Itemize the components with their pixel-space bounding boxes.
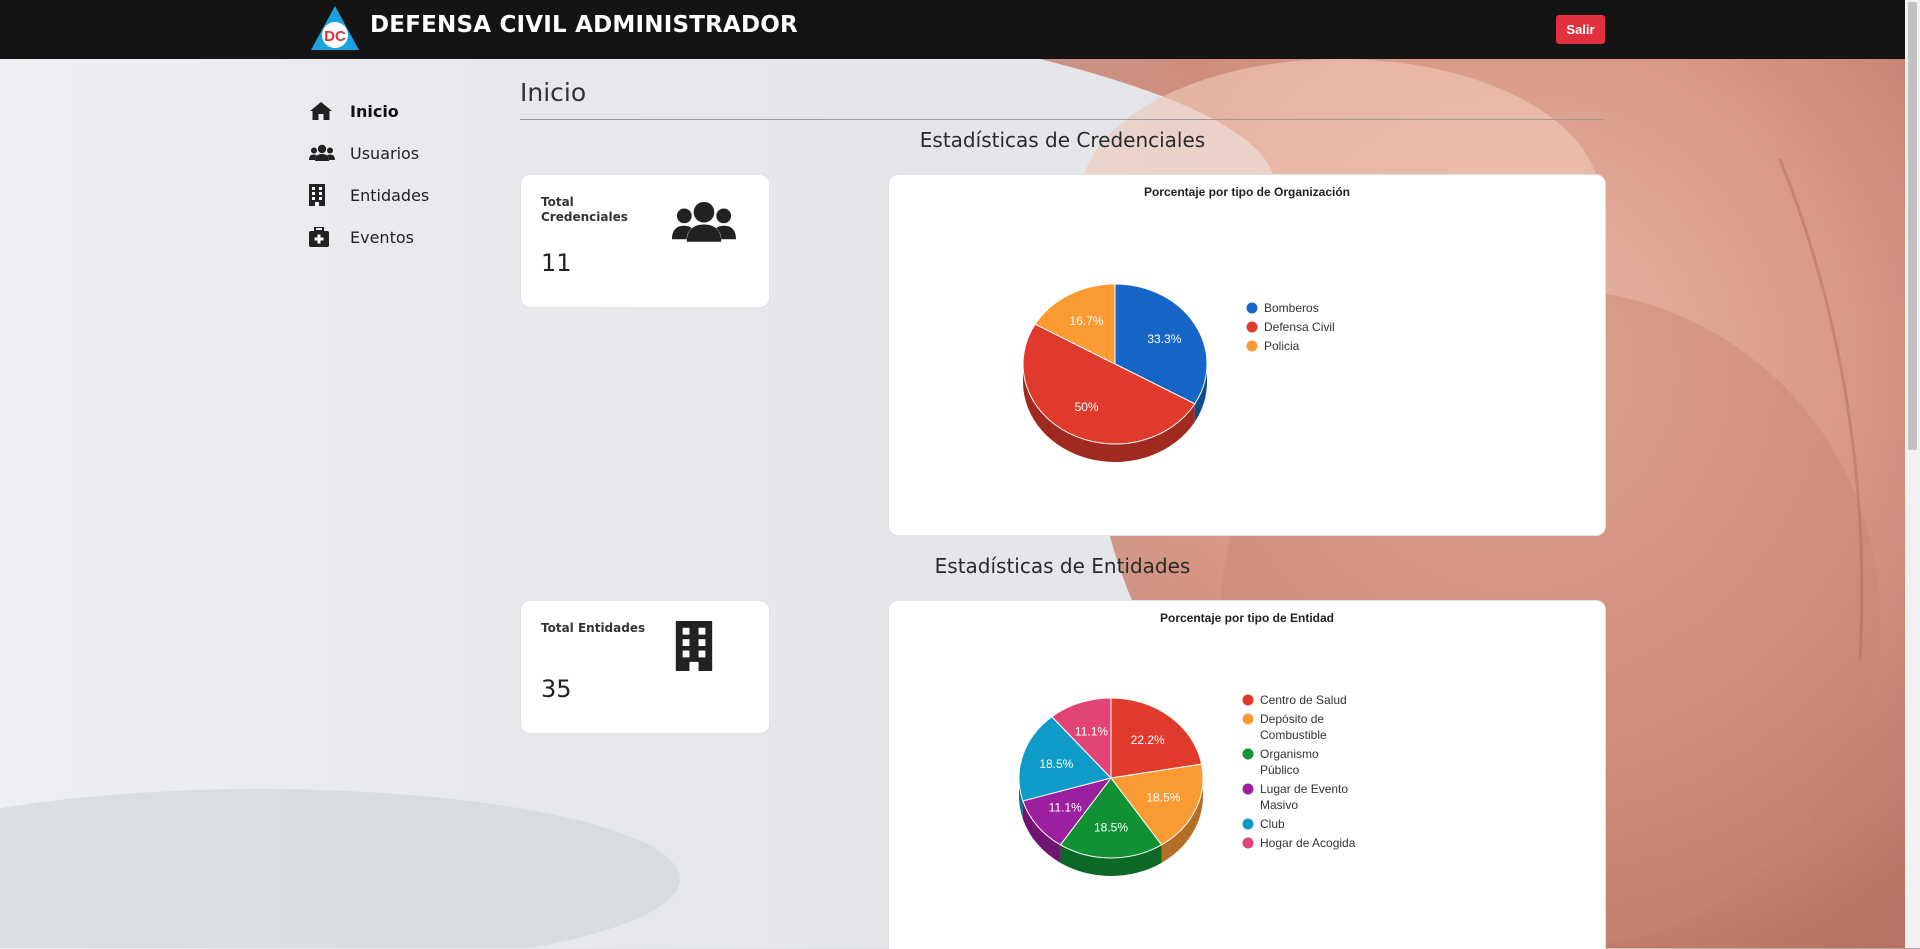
slice-data-label: 33.3%: [1147, 332, 1181, 346]
entity-pie-chart: 22.2% 18.5% 18.5% 11.1% 18.5% 11.1% Centro de …: [1018, 693, 1356, 876]
total-credentials-value: 11: [541, 249, 572, 277]
total-entities-card: Total Entidades 35: [520, 600, 770, 734]
slice-data-label: 18.5%: [1146, 791, 1180, 805]
sidebar-item-inicio[interactable]: Inicio: [309, 90, 429, 132]
legend-swatch: [1242, 713, 1254, 725]
legend-label[interactable]: Lugar de Evento Masivo: [1260, 782, 1348, 812]
sidebar-item-label: Eventos: [350, 227, 414, 247]
legend-label[interactable]: Hogar de Acogida: [1260, 836, 1356, 850]
total-credentials-card: Total Credenciales 11: [520, 174, 770, 308]
slice-data-label: 11.1%: [1075, 724, 1108, 738]
legend-swatch: [1242, 837, 1254, 849]
app-title: DEFENSA CIVIL ADMINISTRADOR: [370, 12, 798, 38]
organization-chart-title: Porcentaje por tipo de Organización: [1143, 185, 1351, 199]
legend-label[interactable]: Depósito de Combustible: [1260, 712, 1327, 742]
legend-swatch: [1242, 694, 1254, 706]
logout-button[interactable]: Salir: [1556, 15, 1605, 44]
top-navbar: DC DEFENSA CIVIL ADMINISTRADOR Salir: [0, 0, 1905, 59]
legend-swatch: [1242, 818, 1254, 830]
defensa-civil-logo: DC: [309, 4, 361, 52]
page-title: Inicio: [520, 78, 587, 107]
slice-data-label: 11.1%: [1049, 801, 1082, 815]
legend-label[interactable]: Centro de Salud: [1260, 693, 1347, 707]
total-entities-value: 35: [541, 675, 572, 703]
legend-swatch: [1246, 302, 1258, 314]
total-credentials-label: Total Credenciales: [541, 195, 628, 224]
entity-chart-title: Porcentaje por tipo de Entidad: [1159, 611, 1335, 625]
slice-data-label: 18.5%: [1094, 821, 1128, 835]
legend-label[interactable]: Organismo Público: [1260, 747, 1319, 777]
users-icon: [672, 199, 736, 249]
organization-chart-card: Porcentaje por tipo de Organización 33.3…: [888, 174, 1606, 536]
entities-section-title: Estadísticas de Entidades: [934, 554, 1191, 578]
sidebar: Inicio Usuarios Entidades Eventos: [309, 90, 429, 258]
title-divider: [520, 119, 1605, 120]
sidebar-item-usuarios[interactable]: Usuarios: [309, 132, 429, 174]
sidebar-item-entidades[interactable]: Entidades: [309, 174, 429, 216]
home-icon: [309, 99, 335, 123]
legend-label[interactable]: Policia: [1264, 339, 1300, 353]
legend-label[interactable]: Bomberos: [1264, 301, 1319, 315]
building-icon: [673, 621, 715, 675]
legend-label[interactable]: Club: [1260, 817, 1285, 831]
users-icon: [309, 141, 335, 165]
legend-swatch: [1246, 321, 1258, 333]
total-entities-label: Total Entidades: [541, 621, 646, 635]
svg-text:DC: DC: [324, 28, 346, 45]
sidebar-item-label: Entidades: [350, 185, 430, 205]
slice-data-label: 18.5%: [1039, 757, 1073, 771]
slice-data-label: 16.7%: [1069, 314, 1103, 328]
legend-swatch: [1242, 783, 1254, 795]
sidebar-item-label: Inicio: [350, 101, 399, 121]
sidebar-item-eventos[interactable]: Eventos: [309, 216, 429, 258]
scrollbar-thumb[interactable]: [1908, 2, 1917, 450]
legend-swatch: [1242, 748, 1254, 760]
first-aid-kit-icon: [309, 225, 335, 249]
building-icon: [309, 183, 335, 207]
slice-data-label: 50%: [1075, 400, 1099, 414]
sidebar-item-label: Usuarios: [350, 143, 420, 163]
legend-swatch: [1246, 340, 1258, 352]
slice-data-label: 22.2%: [1131, 733, 1165, 747]
organization-pie-chart: 33.3% 50% 16.7% Bomberos Defensa Civil Polici…: [1022, 283, 1335, 462]
entity-chart-card: Porcentaje por tipo de Entidad 22.2% 18.5…: [888, 600, 1606, 949]
page-scrollbar[interactable]: [1905, 0, 1920, 948]
credentials-section-title: Estadísticas de Credenciales: [919, 128, 1206, 152]
legend-label[interactable]: Defensa Civil: [1264, 320, 1335, 334]
